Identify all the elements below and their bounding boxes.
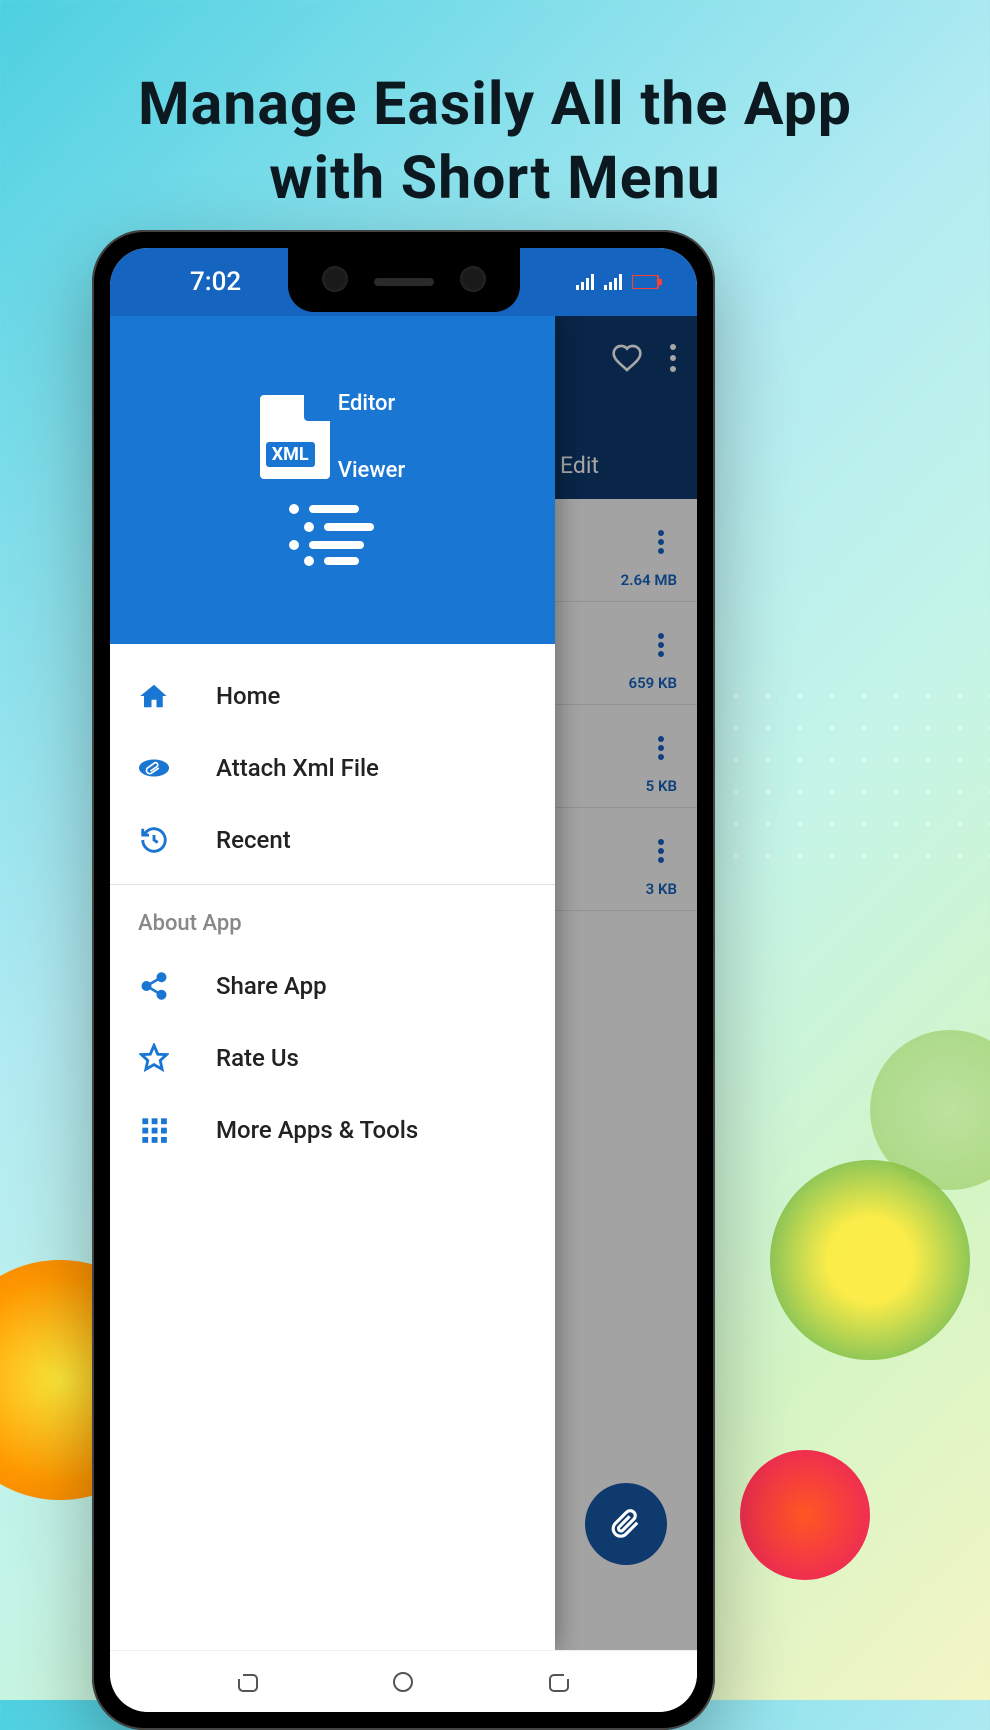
sidebar-item-label: More Apps & Tools	[216, 1116, 418, 1144]
sidebar-item-label: Attach Xml File	[216, 754, 379, 782]
battery-icon	[632, 275, 662, 289]
promo-title: Manage Easily All the App with Short Men…	[0, 68, 990, 216]
app-content: Edit 2.64 MB 659 KB 5 KB	[110, 316, 697, 1650]
drawer-separator	[110, 884, 555, 885]
status-time: 7:02	[145, 267, 241, 297]
sidebar-item-rate[interactable]: Rate Us	[110, 1022, 555, 1094]
promo-title-line2: with Short Menu	[269, 144, 721, 213]
sidebar-item-more-apps[interactable]: More Apps & Tools	[110, 1094, 555, 1166]
sidebar-item-label: Share App	[216, 972, 327, 1000]
sidebar-item-recent[interactable]: Recent	[110, 804, 555, 876]
promo-title-line1: Manage Easily All the App	[138, 70, 852, 139]
drawer-section-title: About App	[110, 893, 555, 950]
sidebar-item-label: Recent	[216, 826, 291, 854]
sidebar-item-share[interactable]: Share App	[110, 950, 555, 1022]
nav-back-button[interactable]	[544, 1667, 574, 1697]
signal-icon	[604, 274, 624, 290]
sidebar-item-home[interactable]: Home	[110, 660, 555, 732]
logo-label-viewer: Viewer	[338, 458, 405, 483]
navigation-drawer: XML Editor Viewer	[110, 316, 555, 1650]
sidebar-item-label: Rate Us	[216, 1044, 299, 1072]
app-logo: XML Editor Viewer	[260, 391, 405, 569]
phone-screen: 7:02 Edit	[110, 248, 697, 1712]
attach-icon	[611, 1509, 641, 1539]
nav-home-button[interactable]	[388, 1667, 418, 1697]
status-icons	[576, 274, 662, 290]
logo-badge: XML	[266, 442, 315, 467]
phone-frame: 7:02 Edit	[92, 230, 715, 1730]
phone-notch	[288, 248, 520, 312]
star-icon	[138, 1042, 170, 1074]
sidebar-item-label: Home	[216, 682, 280, 710]
android-nav-bar	[110, 1650, 697, 1712]
bg-decor-circle	[770, 1160, 970, 1360]
logo-decor-icon	[284, 499, 380, 569]
drawer-menu: Home Attach Xml File Recent	[110, 644, 555, 1182]
grid-icon	[138, 1114, 170, 1146]
share-icon	[138, 970, 170, 1002]
recent-icon	[138, 824, 170, 856]
signal-icon	[576, 274, 596, 290]
bg-decor-dots	[720, 680, 990, 880]
fab-attach-button[interactable]	[585, 1483, 667, 1565]
logo-file-icon: XML	[260, 395, 330, 479]
bg-decor-circle	[740, 1450, 870, 1580]
home-icon	[138, 680, 170, 712]
logo-label-editor: Editor	[338, 391, 405, 416]
nav-recent-button[interactable]	[233, 1667, 263, 1697]
attach-icon	[138, 752, 170, 784]
sidebar-item-attach[interactable]: Attach Xml File	[110, 732, 555, 804]
drawer-header: XML Editor Viewer	[110, 316, 555, 644]
